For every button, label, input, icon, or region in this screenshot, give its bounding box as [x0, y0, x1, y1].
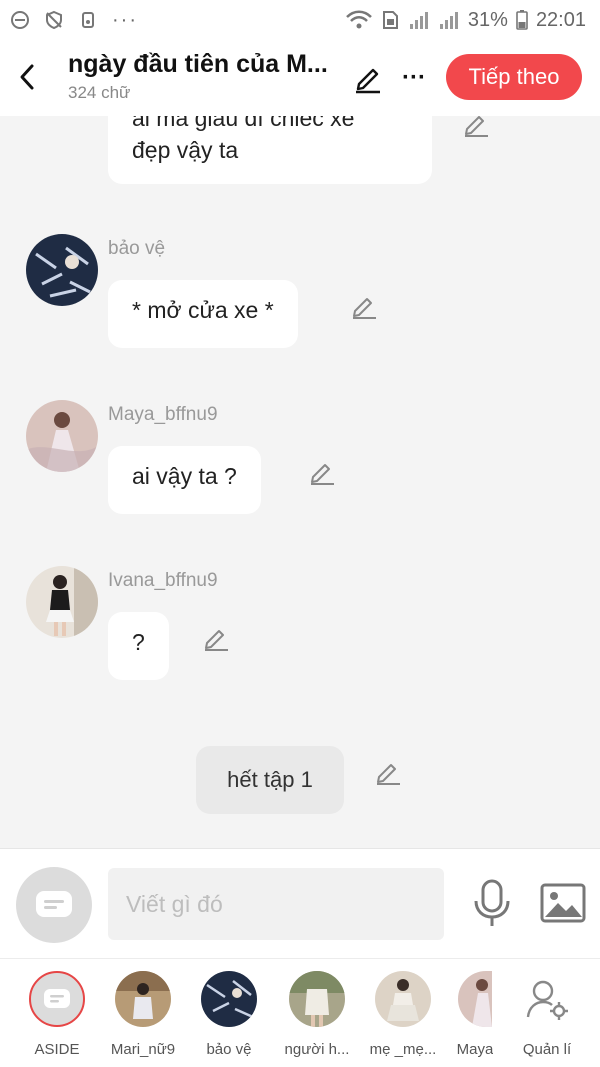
avatar-maya-image [458, 971, 492, 1027]
character-name: Mari_nữ9 [110, 1041, 176, 1058]
shield-off-icon [46, 10, 62, 30]
avatar-me-me-image [375, 971, 431, 1027]
avatar-mari-image [115, 971, 171, 1027]
character-avatar [289, 971, 345, 1027]
character-name: bảo vệ [206, 1041, 252, 1058]
edit-message-icon[interactable] [308, 458, 336, 486]
narration-text: hết tập 1 [227, 767, 313, 792]
do-not-disturb-icon [11, 11, 29, 29]
message-bubble[interactable]: ai vậy ta ? [108, 446, 261, 514]
character-avatar [201, 971, 257, 1027]
avatar[interactable] [26, 234, 98, 306]
message-text: * mở cửa xe * [132, 297, 274, 323]
chat-bubble-icon [36, 891, 72, 917]
character-avatar [375, 971, 431, 1027]
character-avatar [458, 971, 492, 1027]
manage-icon-wrap [519, 971, 575, 1027]
sim-card-icon [382, 11, 398, 29]
character-avatar [115, 971, 171, 1027]
sender-name: Ivana_bffnu9 [108, 570, 218, 591]
character-bar: ASIDE Mari_nữ9 bảo vệ người h... mẹ _mẹ.… [0, 958, 600, 1067]
user-settings-icon [526, 980, 568, 1020]
title-block[interactable]: ngày đầu tiên của M... 324 chữ [68, 50, 338, 103]
image-icon[interactable] [540, 881, 586, 925]
avatar[interactable] [26, 400, 98, 472]
character-name: Maya [456, 1041, 494, 1058]
message-bubble[interactable]: * mở cửa xe * [108, 280, 298, 348]
signal-2-icon [439, 12, 458, 29]
avatar[interactable] [26, 566, 98, 638]
story-title: ngày đầu tiên của M... [68, 50, 328, 78]
message-input[interactable] [108, 868, 444, 940]
character-manage[interactable]: Quản lí [502, 971, 592, 1058]
edit-message-icon[interactable] [202, 624, 230, 652]
sender-name: bảo vệ [108, 238, 166, 259]
message-bubble[interactable]: ai mà giàu dĩ chiếc xe đẹp vậy ta [108, 116, 432, 184]
character-name: ASIDE [34, 1041, 80, 1058]
aside-button[interactable] [16, 867, 92, 943]
chat-area[interactable]: ai mà giàu dĩ chiếc xe đẹp vậy ta bảo vệ… [0, 116, 600, 848]
character-name: người h... [284, 1041, 350, 1058]
avatar-maya-image [26, 400, 98, 472]
composer [0, 848, 600, 958]
avatar-bao-ve-image [26, 234, 98, 306]
more-options-icon[interactable]: ··· [398, 62, 430, 94]
clock: 22:01 [535, 8, 586, 31]
character-mari[interactable]: Mari_nữ9 [98, 971, 188, 1058]
aside-avatar [29, 971, 85, 1027]
narration-bubble[interactable]: hết tập 1 [196, 746, 344, 814]
edit-title-icon[interactable] [352, 62, 384, 94]
status-bar: ··· 31% 22:01 [0, 0, 600, 40]
message-text-line: đẹp vậy ta [132, 137, 239, 163]
sender-name: Maya_bffnu9 [108, 404, 218, 425]
message-text-line: ai mà giàu dĩ chiếc xe [132, 116, 355, 131]
signal-1-icon [409, 12, 428, 29]
character-aside[interactable]: ASIDE [12, 971, 102, 1058]
microphone-icon[interactable] [470, 879, 514, 929]
character-name: Quản lí [522, 1041, 572, 1058]
avatar-bao-ve-image [201, 971, 257, 1027]
edit-message-icon[interactable] [374, 758, 402, 786]
data-saver-icon [82, 12, 94, 28]
wifi-icon [346, 10, 372, 29]
next-button[interactable]: Tiếp theo [446, 54, 582, 100]
story-header: ngày đầu tiên của M... 324 chữ ··· Tiếp … [0, 40, 600, 116]
chat-bubble-icon [44, 989, 70, 1008]
avatar-ivana-image [26, 566, 98, 638]
status-right: 31% 22:01 [346, 9, 586, 32]
message-bubble[interactable]: ? [108, 612, 169, 680]
character-nguoi-h[interactable]: người h... [272, 971, 362, 1058]
character-name: mẹ _mẹ... [369, 1041, 437, 1058]
battery-percent: 31% [467, 8, 508, 31]
edit-message-icon[interactable] [350, 292, 378, 320]
status-left: ··· [10, 9, 138, 32]
word-count: 324 chữ [68, 83, 131, 102]
status-more: ··· [112, 8, 138, 31]
message-text: ? [132, 629, 145, 655]
avatar-nguoi-h-image [289, 971, 345, 1027]
back-arrow-icon[interactable] [14, 60, 40, 94]
character-bao-ve[interactable]: bảo vệ [184, 971, 274, 1058]
message-text: ai vậy ta ? [132, 463, 237, 489]
edit-message-icon[interactable] [462, 116, 490, 138]
battery-icon [516, 10, 528, 30]
